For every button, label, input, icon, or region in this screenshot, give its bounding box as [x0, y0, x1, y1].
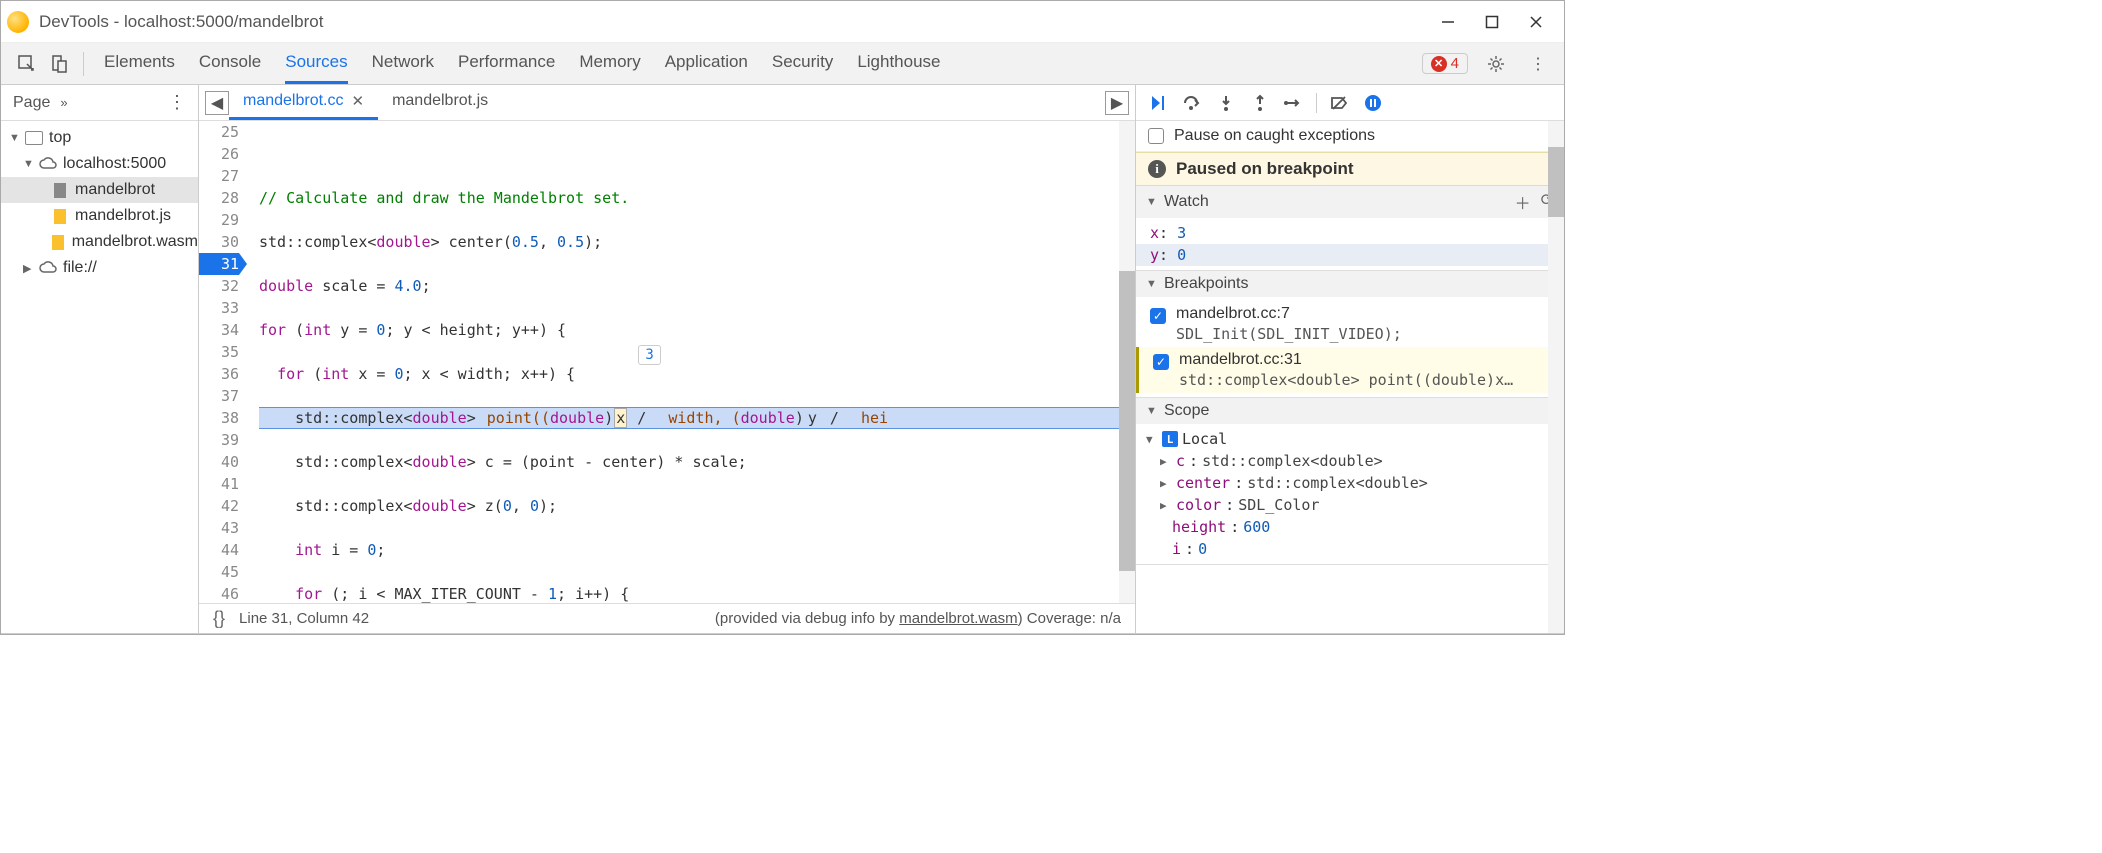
tree-host[interactable]: ▼localhost:5000 — [1, 151, 198, 177]
tab-performance[interactable]: Performance — [458, 43, 555, 84]
scope-var[interactable]: ▶center: std::complex<double> — [1136, 472, 1564, 494]
maximize-button[interactable] — [1470, 7, 1514, 37]
jsfile-icon — [51, 233, 66, 251]
step-into-icon[interactable] — [1214, 91, 1238, 115]
page-label[interactable]: Page — [13, 94, 50, 112]
tree-file-wasm[interactable]: mandelbrot.wasm — [1, 229, 198, 255]
scope-var[interactable]: ▶c: std::complex<double> — [1136, 450, 1564, 472]
scope-local[interactable]: ▼L Local — [1136, 428, 1564, 450]
tab-elements[interactable]: Elements — [104, 43, 175, 84]
jsfile-icon — [51, 207, 69, 225]
breakpoint-row[interactable]: ✓ mandelbrot.cc:31std::complex<double> p… — [1136, 347, 1564, 393]
info-icon: i — [1148, 160, 1166, 178]
breakpoint-row[interactable]: ✓ mandelbrot.cc:7SDL_Init(SDL_INIT_VIDEO… — [1136, 301, 1564, 347]
tab-memory[interactable]: Memory — [579, 43, 640, 84]
tree-file-scheme[interactable]: ▶file:// — [1, 255, 198, 281]
inspect-icon[interactable] — [13, 50, 41, 78]
add-icon[interactable]: ＋ — [1515, 190, 1531, 214]
titlebar: DevTools - localhost:5000/mandelbrot — [1, 1, 1564, 43]
debug-info: (provided via debug info by mandelbrot.w… — [715, 610, 1121, 627]
nav-back-icon[interactable]: ◀ — [205, 91, 229, 115]
gutter[interactable]: 2526272829303132333435363738394041424344… — [199, 121, 247, 617]
watch-row[interactable]: x: 3 — [1136, 222, 1564, 244]
checkbox-icon — [1148, 128, 1164, 144]
error-count[interactable]: ✕ 4 — [1422, 53, 1468, 74]
app-icon — [7, 11, 29, 33]
file-icon — [51, 181, 69, 199]
tab-network[interactable]: Network — [372, 43, 434, 84]
tab-security[interactable]: Security — [772, 43, 833, 84]
cloud-icon — [39, 155, 57, 173]
braces-icon[interactable]: {} — [213, 608, 225, 629]
checkbox-icon[interactable]: ✓ — [1153, 354, 1169, 370]
tab-lighthouse[interactable]: Lighthouse — [857, 43, 940, 84]
scope-var[interactable]: ▶color: SDL_Color — [1136, 494, 1564, 516]
tab-sources[interactable]: Sources — [285, 43, 347, 84]
tree-file-js[interactable]: mandelbrot.js — [1, 203, 198, 229]
more-icon[interactable]: ⋮ — [1524, 50, 1552, 78]
nav-fwd-icon[interactable]: ▶ — [1105, 91, 1129, 115]
deactivate-bp-icon[interactable] — [1327, 91, 1351, 115]
device-icon[interactable] — [45, 50, 73, 78]
wasm-link[interactable]: mandelbrot.wasm — [899, 610, 1017, 627]
watch-section: ▼Watch ＋⟳ x: 3 y: 0 — [1136, 186, 1564, 271]
watch-header[interactable]: ▼Watch ＋⟳ — [1136, 186, 1564, 218]
scrollbar-vertical[interactable] — [1119, 121, 1135, 617]
code-area[interactable]: // Calculate and draw the Mandelbrot set… — [247, 121, 1135, 617]
scope-header[interactable]: ▼Scope — [1136, 398, 1564, 424]
editor-tab-js[interactable]: mandelbrot.js — [378, 85, 502, 120]
error-icon: ✕ — [1431, 56, 1447, 72]
sidebar-more-icon[interactable]: ⋮ — [168, 92, 186, 113]
current-line: std::complex<double> point((double)x / w… — [259, 407, 1135, 429]
breakpoints-section: ▼Breakpoints ✓ mandelbrot.cc:7SDL_Init(S… — [1136, 271, 1564, 398]
main-toolbar: Elements Console Sources Network Perform… — [1, 43, 1564, 85]
tree-file-mandelbrot[interactable]: mandelbrot — [1, 177, 198, 203]
folder-icon — [25, 129, 43, 147]
paused-banner: i Paused on breakpoint — [1136, 152, 1564, 186]
scope-var[interactable]: i: 0 — [1136, 538, 1564, 560]
scope-section: ▼Scope ▼L Local ▶c: std::complex<double>… — [1136, 398, 1564, 565]
editor-statusbar: {} Line 31, Column 42 (provided via debu… — [199, 603, 1135, 633]
debugger-panel: Pause on caught exceptions i Paused on b… — [1136, 85, 1564, 633]
cursor-position: Line 31, Column 42 — [239, 610, 369, 627]
checkbox-icon[interactable]: ✓ — [1150, 308, 1166, 324]
close-button[interactable] — [1514, 7, 1558, 37]
minimize-button[interactable] — [1426, 7, 1470, 37]
breakpoints-header[interactable]: ▼Breakpoints — [1136, 271, 1564, 297]
pause-caught-checkbox[interactable]: Pause on caught exceptions — [1136, 121, 1564, 152]
close-icon[interactable]: ✕ — [352, 92, 365, 110]
tab-application[interactable]: Application — [665, 43, 748, 84]
cloud-icon — [39, 259, 57, 277]
gear-icon[interactable] — [1482, 50, 1510, 78]
window-title: DevTools - localhost:5000/mandelbrot — [39, 12, 1426, 32]
chevron-icon[interactable]: » — [60, 95, 67, 110]
panel-scrollbar[interactable] — [1548, 121, 1564, 633]
file-tree: ▼top ▼localhost:5000 mandelbrot mandelbr… — [1, 121, 198, 633]
tab-console[interactable]: Console — [199, 43, 261, 84]
pause-exceptions-icon[interactable] — [1361, 91, 1385, 115]
toolbar-divider — [83, 52, 84, 76]
navigator-sidebar: Page » ⋮ ▼top ▼localhost:5000 mandelbrot… — [1, 85, 199, 633]
editor-tab-cc[interactable]: mandelbrot.cc✕ — [229, 85, 378, 120]
hover-tooltip: 3 — [638, 345, 660, 365]
step-out-icon[interactable] — [1248, 91, 1272, 115]
editor: ◀ mandelbrot.cc✕ mandelbrot.js ▶ 2526272… — [199, 85, 1136, 633]
step-icon[interactable] — [1282, 91, 1306, 115]
local-badge-icon: L — [1162, 431, 1178, 447]
tree-top[interactable]: ▼top — [1, 125, 198, 151]
step-over-icon[interactable] — [1180, 91, 1204, 115]
watch-row[interactable]: y: 0 — [1136, 244, 1564, 266]
scope-var[interactable]: height: 600 — [1136, 516, 1564, 538]
resume-icon[interactable] — [1146, 91, 1170, 115]
